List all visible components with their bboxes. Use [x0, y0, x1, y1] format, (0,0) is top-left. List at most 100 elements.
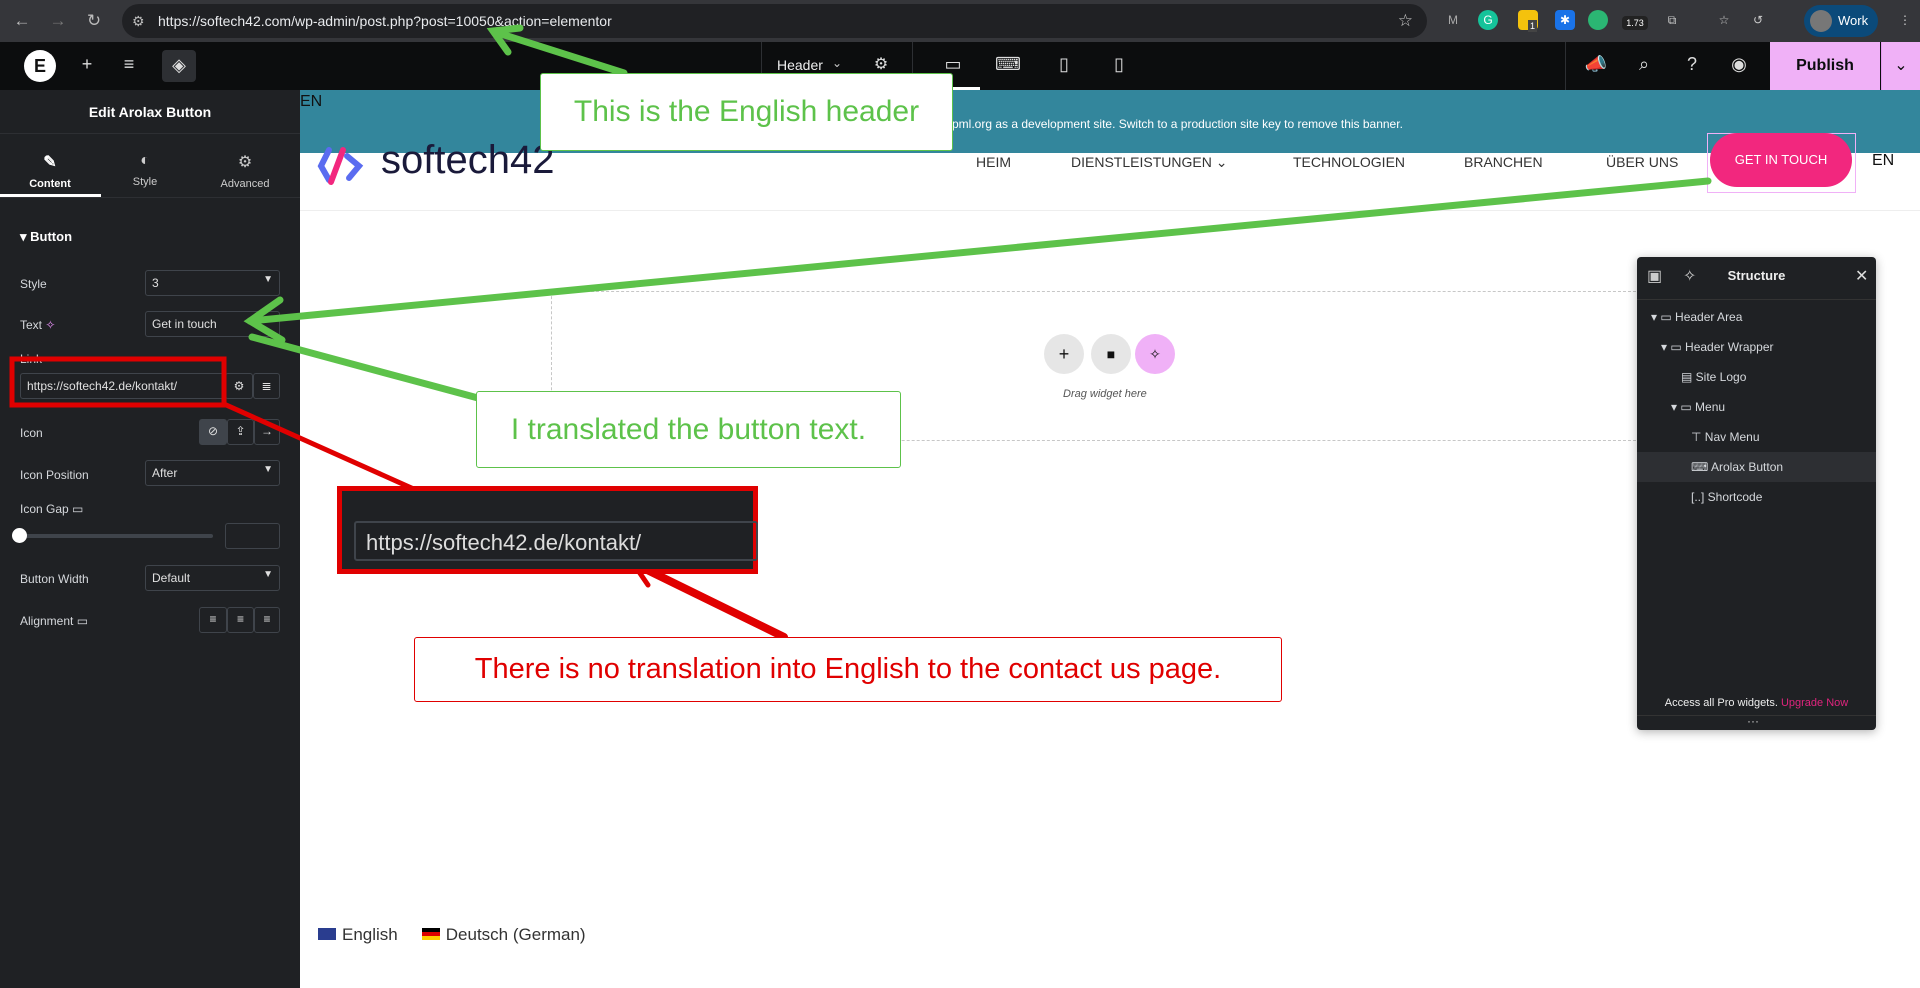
- forward-icon[interactable]: →: [44, 11, 72, 31]
- back-icon[interactable]: ←: [8, 11, 36, 31]
- language-option-german[interactable]: Deutsch (German): [421, 925, 586, 945]
- nav-item-dienstleistungen[interactable]: DIENSTLEISTUNGEN ⌄: [1071, 154, 1227, 171]
- bookmark-star-icon[interactable]: ☆: [1398, 11, 1413, 31]
- zoomed-link-text: https://softech42.de/kontakt/: [354, 521, 758, 561]
- align-left-icon[interactable]: ≡: [199, 607, 227, 633]
- style-label: Style: [20, 277, 47, 291]
- text-label: Text ✧: [20, 318, 56, 332]
- button-width-select[interactable]: Default ▼: [145, 565, 280, 591]
- editor-panel: Edit Arolax Button ✎ Content ◐ Style ⚙ Adva…: [0, 90, 300, 988]
- menu-kebab-icon[interactable]: ⋮: [1895, 10, 1915, 30]
- style-select[interactable]: 3 ▼: [145, 270, 280, 296]
- icon-gap-input[interactable]: [225, 523, 280, 549]
- publish-button[interactable]: Publish: [1770, 42, 1880, 90]
- site-settings-sliders-icon[interactable]: ≡: [114, 54, 144, 75]
- tab-style[interactable]: ◐ Style: [95, 152, 195, 188]
- text-input[interactable]: Get in touch: [145, 311, 280, 337]
- section-title: Button: [30, 229, 73, 244]
- tab-content[interactable]: ✎ Content: [0, 152, 100, 190]
- language-code-right[interactable]: EN: [1872, 152, 1894, 170]
- dynamic-tags-icon[interactable]: ≣: [253, 373, 280, 399]
- structure-item-site-logo[interactable]: ▤ Site Logo: [1637, 362, 1876, 392]
- elementor-topbar: E + ≡ ◈ Header ⌄ ⚙ ▭ ⌨ ▯ ▯ 📣 ⌕ ? ◉ Publi…: [0, 42, 1920, 90]
- extensions-puzzle-icon[interactable]: ⧉: [1662, 10, 1682, 30]
- slider-handle[interactable]: [12, 528, 27, 543]
- add-section-plus-icon[interactable]: +: [1044, 334, 1084, 374]
- document-selector[interactable]: Header: [777, 57, 823, 73]
- upload-icon-option[interactable]: ⇪: [227, 419, 254, 445]
- structure-item-header-area[interactable]: ▾ ▭ Header Area: [1637, 302, 1876, 332]
- nav-item-heim[interactable]: HEIM: [976, 154, 1011, 170]
- icon-gap-label: Icon Gap ▭: [20, 502, 84, 516]
- language-switcher: English Deutsch (German): [318, 925, 586, 945]
- layers-icon: ◈: [172, 55, 186, 75]
- profile-button[interactable]: Work: [1804, 5, 1878, 37]
- reload-icon[interactable]: ↻: [80, 11, 108, 31]
- extension-badge: 1: [1528, 20, 1538, 32]
- tab-advanced[interactable]: ⚙ Advanced: [195, 152, 295, 190]
- nav-item-technologien[interactable]: TECHNOLOGIEN: [1293, 154, 1405, 170]
- grammarly-extension-icon[interactable]: G: [1478, 10, 1498, 30]
- ai-sparkle-icon[interactable]: ✧: [1135, 334, 1175, 374]
- search-icon[interactable]: ⌕: [1629, 54, 1659, 75]
- extension-icon[interactable]: 1: [1518, 10, 1538, 32]
- structure-panel: ▣ ✧ Structure ✕ ▾ ▭ Header Area ▾ ▭ Head…: [1637, 257, 1876, 730]
- annotation-no-translation: There is no translation into English to …: [414, 637, 1282, 702]
- desktop-view-icon[interactable]: ▭: [938, 54, 968, 75]
- no-icon-option[interactable]: ⊘: [199, 419, 227, 445]
- structure-item-arolax-button[interactable]: ⌨ Arolax Button: [1637, 452, 1876, 482]
- drag-widget-hint: Drag widget here: [1063, 388, 1147, 400]
- site-logo-icon[interactable]: [315, 142, 365, 192]
- structure-item-nav-menu[interactable]: ⊤ Nav Menu: [1637, 422, 1876, 452]
- add-element-icon[interactable]: +: [72, 54, 102, 75]
- get-in-touch-button[interactable]: GET IN TOUCH: [1710, 133, 1852, 187]
- tablet-view-icon[interactable]: ▯: [1049, 54, 1079, 75]
- close-icon[interactable]: ✕: [1855, 266, 1868, 286]
- elementor-logo-icon[interactable]: E: [24, 50, 56, 82]
- gear-extension-icon[interactable]: ✱: [1555, 10, 1575, 30]
- uk-flag-icon: [318, 928, 336, 940]
- extension-badge[interactable]: 1.73: [1622, 16, 1648, 30]
- site-logo-text[interactable]: softech42: [381, 138, 554, 183]
- chevron-down-icon[interactable]: ⌄: [832, 56, 842, 70]
- site-settings-icon[interactable]: ⚙: [132, 13, 145, 30]
- malwarebytes-extension-icon[interactable]: M: [1443, 10, 1463, 30]
- language-option-english[interactable]: English: [318, 925, 398, 945]
- align-center-icon[interactable]: ≡: [227, 607, 254, 633]
- help-icon[interactable]: ?: [1677, 54, 1707, 75]
- icon-position-select[interactable]: After ▼: [145, 460, 280, 486]
- announcements-megaphone-icon[interactable]: 📣: [1581, 54, 1611, 75]
- icon-position-label: Icon Position: [20, 468, 89, 482]
- panel-title: Edit Arolax Button: [0, 90, 300, 134]
- structure-item-shortcode[interactable]: [..] Shortcode: [1637, 482, 1876, 512]
- german-flag-icon: [421, 928, 440, 940]
- history-icon[interactable]: ↺: [1748, 10, 1768, 30]
- upgrade-now-link[interactable]: Upgrade Now: [1781, 697, 1848, 709]
- link-input[interactable]: https://softech42.de/kontakt/: [20, 373, 225, 399]
- gear-icon: ⚙: [237, 154, 253, 171]
- structure-item-header-wrapper[interactable]: ▾ ▭ Header Wrapper: [1637, 332, 1876, 362]
- icon-library-option[interactable]: →: [254, 419, 280, 445]
- preview-eye-icon[interactable]: ◉: [1724, 54, 1754, 75]
- laptop-view-icon[interactable]: ⌨: [993, 54, 1023, 75]
- annotation-english-header: This is the English header: [540, 73, 953, 151]
- page-settings-gear-icon[interactable]: ⚙: [866, 54, 896, 74]
- nav-item-ueber-uns[interactable]: ÜBER UNS: [1606, 154, 1678, 170]
- publish-options-chevron-icon[interactable]: ⌄: [1881, 42, 1920, 90]
- section-toggle-button[interactable]: ▾ Button: [20, 229, 72, 245]
- nav-item-branchen[interactable]: BRANCHEN: [1464, 154, 1543, 170]
- icon-gap-slider[interactable]: [14, 534, 213, 538]
- desktop-responsive-icon: ▭: [72, 502, 84, 516]
- bookmarks-icon[interactable]: ☆: [1714, 10, 1734, 30]
- link-options-gear-icon[interactable]: ⚙: [225, 373, 253, 399]
- align-right-icon[interactable]: ≡: [254, 607, 280, 633]
- ai-sparkle-icon[interactable]: ✧: [45, 318, 55, 332]
- resize-handle-icon[interactable]: ···: [1747, 714, 1759, 728]
- structure-item-menu[interactable]: ▾ ▭ Menu: [1637, 392, 1876, 422]
- template-folder-icon[interactable]: ■: [1091, 334, 1131, 374]
- structure-layers-button[interactable]: ◈: [162, 50, 196, 82]
- annotation-translated-text: I translated the button text.: [476, 391, 901, 468]
- address-bar[interactable]: ⚙ https://softech42.com/wp-admin/post.ph…: [122, 4, 1427, 38]
- edge-extension-icon[interactable]: [1588, 10, 1608, 30]
- mobile-view-icon[interactable]: ▯: [1104, 54, 1134, 75]
